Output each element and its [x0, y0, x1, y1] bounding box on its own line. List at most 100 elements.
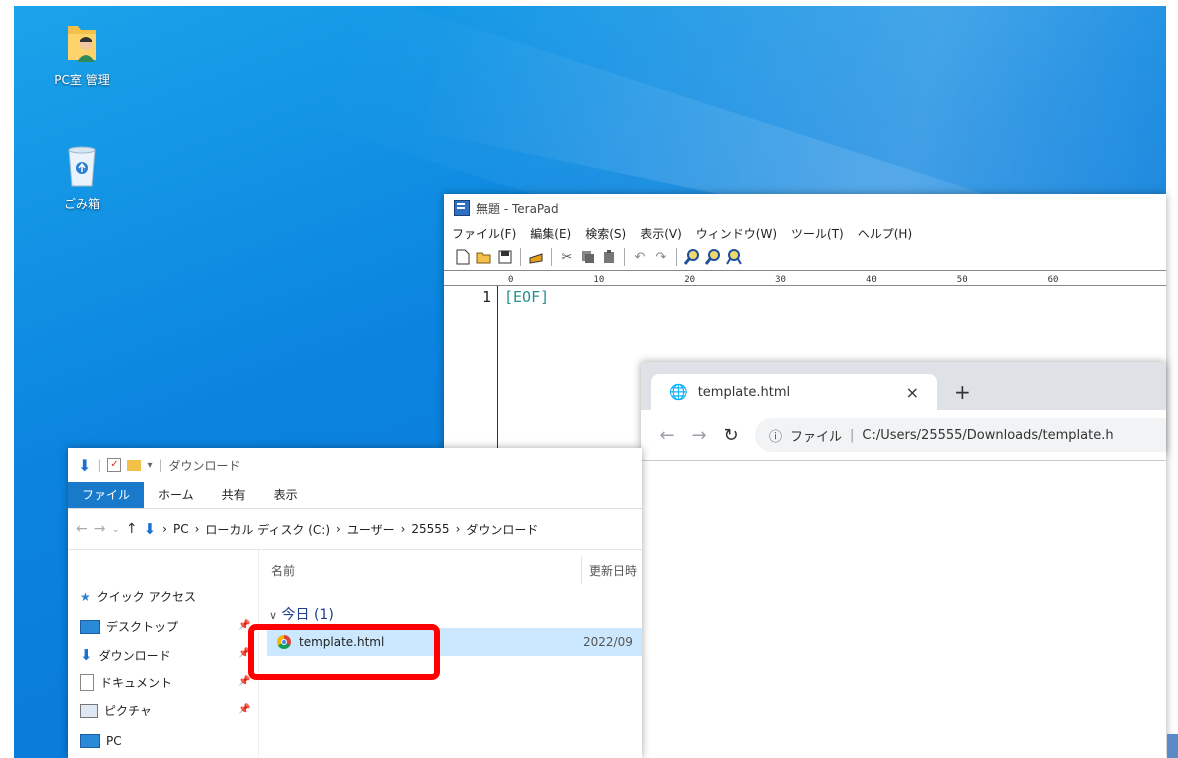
menu-edit[interactable]: 編集(E): [530, 225, 571, 242]
line-number: 1: [481, 288, 491, 306]
column-header-name[interactable]: 名前: [271, 562, 295, 579]
new-tab-button[interactable]: +: [954, 380, 971, 404]
title-bar[interactable]: 無題 - TeraPad: [444, 194, 1166, 222]
nav-downloads[interactable]: ⬇ ダウンロード: [80, 646, 171, 664]
toolbar-separator: [520, 248, 521, 266]
address-bar-row: ← → ↻ ⓘ ファイル | C:/Users/25555/Downloads/…: [641, 410, 1166, 461]
forward-arrow-icon[interactable]: →: [94, 521, 106, 537]
column-header-modified[interactable]: 更新日時: [589, 562, 637, 579]
desktop-icon-label: PC室 管理: [54, 73, 110, 87]
breadcrumb-local-disk[interactable]: ローカル ディスク (C:): [205, 521, 330, 538]
menu-window[interactable]: ウィンドウ(W): [696, 225, 777, 242]
menu-file[interactable]: ファイル(F): [452, 225, 516, 242]
quick-access-dropdown-icon[interactable]: ▾: [147, 460, 152, 471]
find-icon[interactable]: [683, 248, 701, 266]
desktop-icon-label: ごみ箱: [63, 197, 100, 211]
redo-icon[interactable]: ↷: [652, 248, 670, 266]
download-arrow-icon: ⬇: [80, 646, 93, 664]
line-number-gutter: 1: [444, 286, 498, 454]
menu-search[interactable]: 検索(S): [585, 225, 626, 242]
back-arrow-icon[interactable]: ←: [76, 521, 88, 537]
breadcrumb-sep: ›: [455, 522, 461, 536]
find-next-icon[interactable]: [704, 248, 722, 266]
nav-desktop[interactable]: デスクトップ: [80, 618, 178, 635]
ruler-mark: 20: [684, 275, 696, 285]
nav-label: デスクトップ: [106, 620, 179, 634]
nav-label: クイック アクセス: [96, 590, 196, 604]
info-icon[interactable]: ⓘ: [769, 426, 782, 445]
computer-icon: [80, 734, 100, 748]
menu-help[interactable]: ヘルプ(H): [858, 225, 912, 242]
highlight-box: [248, 624, 440, 680]
nav-pictures[interactable]: ピクチャ: [80, 702, 152, 719]
nav-quick-access[interactable]: ★ クイック アクセス: [80, 588, 196, 605]
url-divider: |: [850, 427, 855, 443]
print-icon[interactable]: [527, 248, 545, 266]
ruler-mark: 10: [593, 275, 605, 285]
download-arrow-icon: ⬇: [78, 455, 92, 475]
taskbar-edge: [1167, 734, 1178, 758]
new-file-icon[interactable]: [454, 248, 472, 266]
reload-icon[interactable]: ↻: [715, 425, 747, 446]
toolbar-separator: [624, 248, 625, 266]
omnibox[interactable]: ⓘ ファイル | C:/Users/25555/Downloads/templa…: [755, 418, 1166, 452]
tab-strip: 🌐 template.html × +: [641, 362, 1166, 410]
menu-view[interactable]: 表示(V): [640, 225, 682, 242]
breadcrumb-sep: ›: [194, 522, 200, 536]
chrome-window[interactable]: 🌐 template.html × + ← → ↻ ⓘ ファイル | C:/Us…: [641, 362, 1166, 758]
ruler-mark: 0: [508, 275, 514, 285]
menu-tools[interactable]: ツール(T): [791, 225, 844, 242]
desktop-icon-recycle-bin[interactable]: ごみ箱: [42, 144, 122, 212]
paste-icon[interactable]: [600, 248, 618, 266]
desktop-icon: [80, 619, 100, 634]
save-icon[interactable]: [496, 248, 514, 266]
ruler-mark: 60: [1047, 275, 1059, 285]
navigation-pane: ★ クイック アクセス デスクトップ 📌 ⬇ ダウンロード 📌 ドキュメント 📌…: [68, 548, 259, 758]
nav-documents[interactable]: ドキュメント: [80, 674, 172, 691]
url-text: C:/Users/25555/Downloads/template.h: [862, 427, 1114, 443]
document-icon: [80, 674, 94, 691]
replace-icon[interactable]: [725, 248, 743, 266]
tab-home[interactable]: ホーム: [144, 482, 208, 508]
nav-pc[interactable]: PC: [80, 734, 122, 748]
column-divider[interactable]: [581, 556, 582, 584]
breadcrumb-user[interactable]: 25555: [411, 522, 449, 536]
undo-icon[interactable]: ↶: [631, 248, 649, 266]
tab-view[interactable]: 表示: [260, 482, 312, 508]
ribbon-tabs: ファイル ホーム 共有 表示: [68, 482, 642, 509]
nav-label: ダウンロード: [98, 648, 171, 663]
url-scheme-label: ファイル: [790, 429, 843, 445]
open-folder-icon[interactable]: [475, 248, 493, 266]
breadcrumb-sep: ›: [336, 522, 341, 536]
breadcrumb-users[interactable]: ユーザー: [347, 521, 395, 538]
tab-title: template.html: [697, 384, 791, 400]
pictures-icon: [80, 703, 98, 718]
star-icon: ★: [80, 589, 91, 604]
tab-share[interactable]: 共有: [208, 482, 260, 508]
breadcrumb-sep: ›: [162, 522, 167, 536]
ruler-mark: 50: [956, 275, 968, 285]
pin-icon: 📌: [238, 704, 251, 715]
up-arrow-icon[interactable]: ↑: [126, 521, 138, 537]
breadcrumb-pc[interactable]: PC: [173, 522, 189, 536]
properties-check-icon[interactable]: ✓: [107, 458, 122, 472]
desktop-icon-pc-admin[interactable]: PC室 管理: [42, 20, 122, 88]
cut-icon[interactable]: ✂: [558, 248, 576, 266]
title-bar[interactable]: ⬇ | ✓ ▾ | ダウンロード: [68, 448, 642, 482]
copy-icon[interactable]: [579, 248, 597, 266]
page-content: [641, 461, 1166, 758]
forward-arrow-icon[interactable]: →: [683, 425, 715, 446]
title-divider: |: [97, 458, 102, 472]
breadcrumb-sep: ›: [400, 522, 406, 536]
close-tab-icon[interactable]: ×: [906, 383, 919, 402]
eof-marker: [EOF]: [504, 288, 550, 306]
tab-file[interactable]: ファイル: [68, 482, 145, 508]
explorer-window[interactable]: ⬇ | ✓ ▾ | ダウンロード ファイル ホーム 共有 表示 ← → ⌄ ↑ …: [68, 448, 642, 758]
back-arrow-icon[interactable]: ←: [651, 425, 683, 446]
folder-icon[interactable]: [127, 459, 142, 471]
nav-label: ドキュメント: [100, 676, 173, 690]
recent-dropdown-icon[interactable]: ⌄: [111, 524, 119, 535]
breadcrumb-downloads[interactable]: ダウンロード: [466, 521, 538, 538]
tab-template-html[interactable]: 🌐 template.html ×: [651, 374, 937, 410]
group-header-today[interactable]: ∨ 今日 (1): [269, 604, 334, 624]
